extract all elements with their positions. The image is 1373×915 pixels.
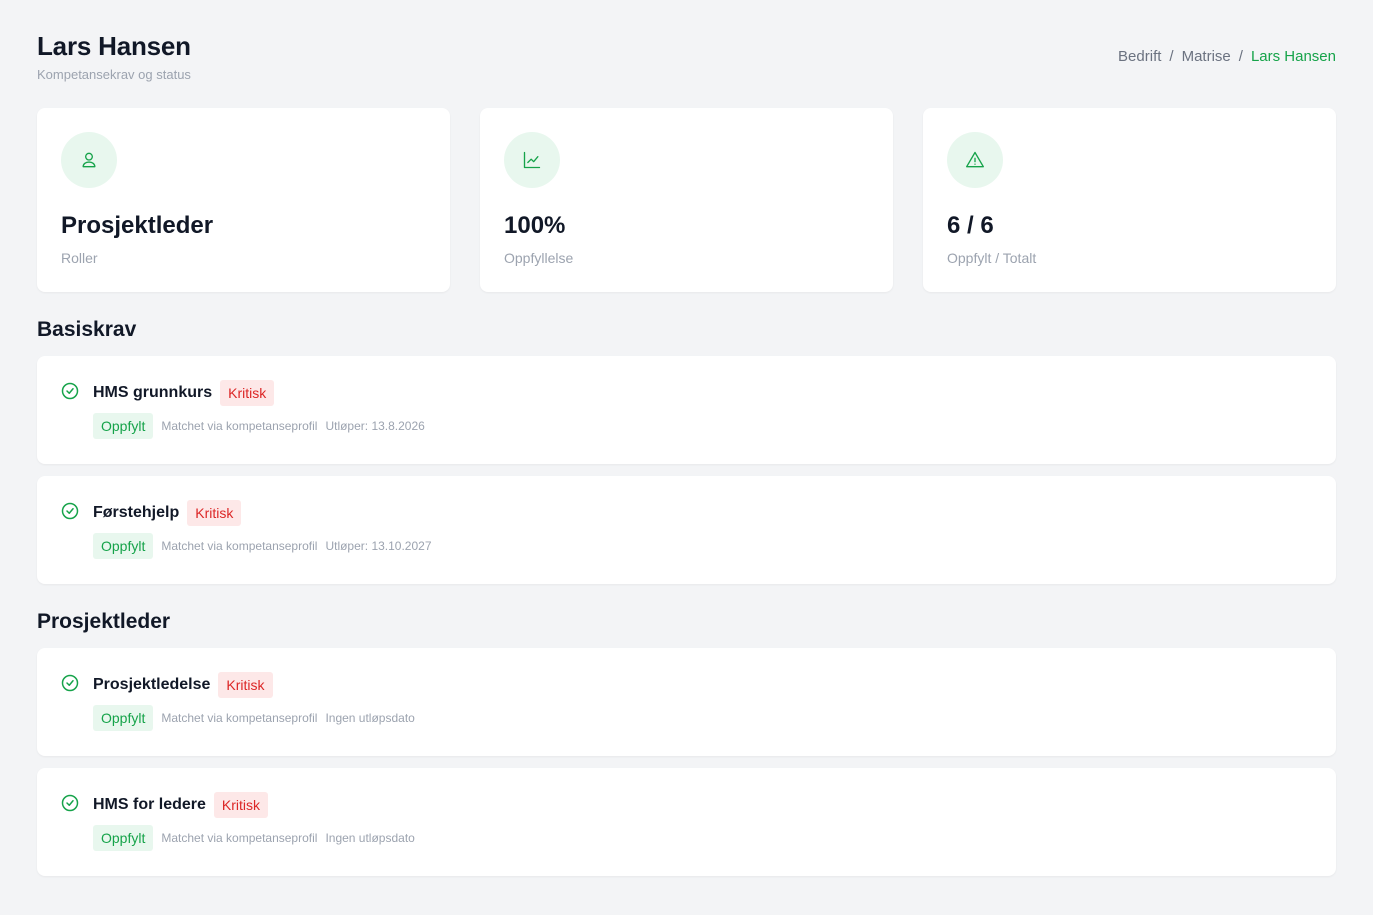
stat-value: Prosjektleder — [61, 212, 214, 239]
page-header: Lars Hansen Kompetansekrav og status Bed… — [37, 0, 1336, 108]
breadcrumb-item-matrix[interactable]: Matrise — [1182, 48, 1231, 65]
critical-badge: Kritisk — [220, 380, 275, 406]
requirement-card[interactable]: HMS for ledere Kritisk Oppfylt Matchet v… — [37, 768, 1336, 876]
check-circle-icon — [61, 794, 79, 812]
critical-badge: Kritisk — [187, 500, 242, 526]
requirement-list: HMS grunnkurs Kritisk Oppfylt Matchet vi… — [37, 356, 1336, 584]
expiry-date: Utløper: 13.8.2026 — [325, 419, 425, 433]
status-badge: Oppfylt — [93, 705, 154, 731]
stat-label: Oppfylt / Totalt — [947, 250, 1037, 266]
expiry-date: Utløper: 13.10.2027 — [325, 539, 432, 553]
stat-label: Roller — [61, 250, 98, 266]
requirement-card[interactable]: HMS grunnkurs Kritisk Oppfylt Matchet vi… — [37, 356, 1336, 464]
stat-card-fulfillment: 100% Oppfyllelse — [480, 108, 893, 292]
requirement-card[interactable]: Førstehjelp Kritisk Oppfylt Matchet via … — [37, 476, 1336, 584]
stat-value: 100% — [504, 212, 566, 239]
page-subtitle: Kompetansekrav og status — [37, 67, 191, 82]
check-circle-icon — [61, 382, 79, 400]
status-badge: Oppfylt — [93, 825, 154, 851]
breadcrumb-separator: / — [1238, 48, 1243, 65]
page-title: Lars Hansen — [37, 31, 191, 61]
stat-card-total: 6 / 6 Oppfylt / Totalt — [923, 108, 1336, 292]
user-icon — [61, 132, 117, 188]
match-source: Matchet via kompetanseprofil — [161, 831, 318, 845]
breadcrumb: Bedrift / Matrise / Lars Hansen — [1118, 48, 1336, 65]
warning-triangle-icon — [947, 132, 1003, 188]
requirement-name: HMS grunnkurs — [93, 384, 213, 401]
expiry-date: Ingen utløpsdato — [325, 831, 415, 845]
stats-row: Prosjektleder Roller 100% Oppfyllelse 6 … — [37, 108, 1336, 292]
chart-line-icon — [504, 132, 560, 188]
section-title: Basiskrav — [37, 318, 137, 341]
match-source: Matchet via kompetanseprofil — [161, 711, 318, 725]
requirement-name: Prosjektledelse — [93, 676, 211, 693]
page: Lars Hansen Kompetansekrav og status Bed… — [0, 0, 1373, 915]
stat-label: Oppfyllelse — [504, 250, 574, 266]
breadcrumb-item-company[interactable]: Bedrift — [1118, 48, 1161, 65]
breadcrumb-separator: / — [1169, 48, 1174, 65]
status-badge: Oppfylt — [93, 533, 154, 559]
section-title: Prosjektleder — [37, 610, 171, 633]
check-circle-icon — [61, 502, 79, 520]
requirement-list: Prosjektledelse Kritisk Oppfylt Matchet … — [37, 648, 1336, 876]
requirement-card[interactable]: Prosjektledelse Kritisk Oppfylt Matchet … — [37, 648, 1336, 756]
stat-card-roles: Prosjektleder Roller — [37, 108, 450, 292]
stat-value: 6 / 6 — [947, 212, 994, 239]
requirement-name: HMS for ledere — [93, 796, 206, 813]
critical-badge: Kritisk — [218, 672, 273, 698]
requirement-name: Førstehjelp — [93, 504, 180, 521]
critical-badge: Kritisk — [213, 792, 269, 818]
expiry-date: Ingen utløpsdato — [325, 711, 415, 725]
match-source: Matchet via kompetanseprofil — [161, 419, 318, 433]
status-badge: Oppfylt — [93, 413, 154, 439]
breadcrumb-item-current: Lars Hansen — [1250, 48, 1336, 65]
match-source: Matchet via kompetanseprofil — [161, 539, 318, 553]
check-circle-icon — [61, 674, 79, 692]
